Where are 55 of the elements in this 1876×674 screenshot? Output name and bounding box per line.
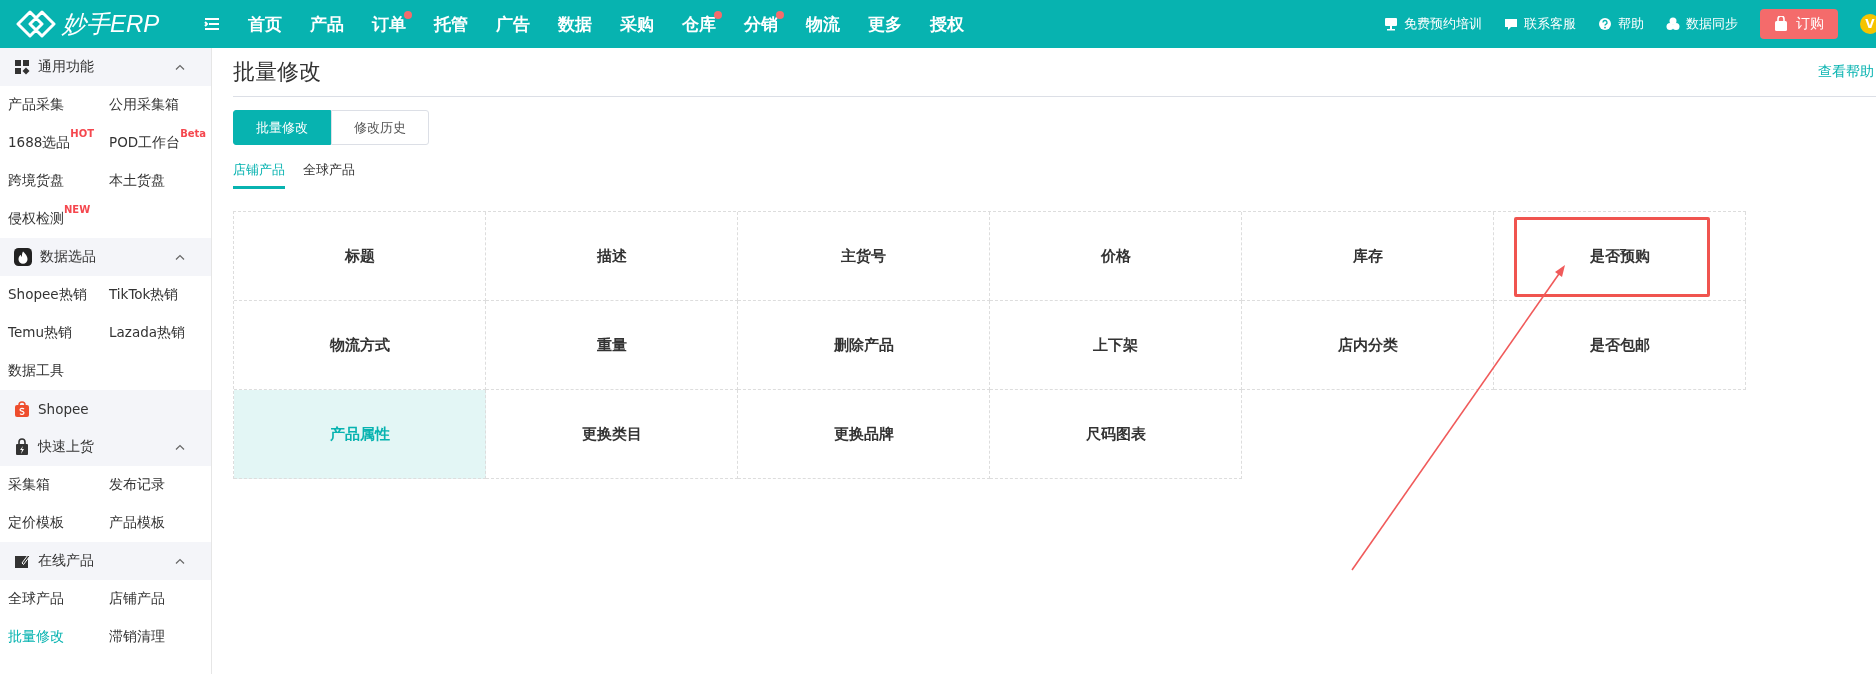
chat-icon	[1504, 17, 1518, 31]
sidebar-item[interactable]: POD工作台$^{Beta}$	[101, 124, 211, 162]
sidebar-item[interactable]: 发布记录	[101, 466, 211, 504]
sidebar-item[interactable]: 定价模板	[0, 504, 101, 542]
edit-icon	[14, 553, 30, 569]
sidebar-item[interactable]: 侵权检测$^{NEW}$	[0, 200, 101, 238]
option-tile[interactable]: 更换类目	[486, 390, 738, 479]
sub-tab[interactable]: 全球产品	[303, 157, 355, 189]
logo-text: 妙手ERP	[62, 9, 160, 39]
option-tile[interactable]: 上下架	[990, 301, 1242, 390]
sidebar-item[interactable]: 店铺产品	[101, 580, 211, 618]
option-tile[interactable]: 库存	[1242, 212, 1494, 301]
logo-icon	[16, 9, 56, 39]
option-tile[interactable]: 尺码图表	[990, 390, 1242, 479]
sidebar-section-header[interactable]: Shopee	[0, 390, 211, 428]
shopping-bag-icon	[1774, 16, 1788, 32]
option-tile[interactable]: 标题	[234, 212, 486, 301]
lock-bolt-icon	[14, 438, 30, 456]
sidebar-item[interactable]: 跨境货盘	[0, 162, 101, 200]
sidebar-item[interactable]: 1688选品$^{HOT}$	[0, 124, 101, 162]
option-tile[interactable]: 删除产品	[738, 301, 990, 390]
sidebar-item[interactable]: 采集箱	[0, 466, 101, 504]
sidebar-item[interactable]: TikTok热销	[101, 276, 211, 314]
option-tile[interactable]: 更换品牌	[738, 390, 990, 479]
sidebar-item[interactable]: 产品采集	[0, 86, 101, 124]
shopping-bag-icon	[14, 400, 30, 418]
help-icon	[1598, 17, 1612, 31]
sync-icon	[1666, 17, 1680, 31]
sidebar-item[interactable]: Temu热销	[0, 314, 101, 352]
vip-badge: V	[1860, 14, 1876, 34]
sidebar-item[interactable]: Lazada热销	[101, 314, 211, 352]
option-tile[interactable]: 店内分类	[1242, 301, 1494, 390]
monitor-icon	[1384, 17, 1398, 31]
tab[interactable]: 修改历史	[331, 110, 429, 145]
page-title: 批量修改	[233, 58, 321, 86]
sidebar-section-header[interactable]: 在线产品	[0, 542, 211, 580]
grid-icon	[14, 59, 30, 75]
sidebar-item[interactable]: 数据工具	[0, 352, 101, 390]
option-tile[interactable]: 价格	[990, 212, 1242, 301]
sidebar-item[interactable]: 产品模板	[101, 504, 211, 542]
sidebar-item[interactable]: 本土货盘	[101, 162, 211, 200]
sidebar-section-header[interactable]: 通用功能	[0, 48, 211, 86]
option-tile[interactable]: 主货号	[738, 212, 990, 301]
sidebar-section-header[interactable]: 快速上货	[0, 428, 211, 466]
sidebar-item[interactable]: 全球产品	[0, 580, 101, 618]
sidebar-item[interactable]: 滞销清理	[101, 618, 211, 656]
option-tile[interactable]: 重量	[486, 301, 738, 390]
option-tile[interactable]: 是否预购	[1494, 212, 1746, 301]
option-tile[interactable]: 描述	[486, 212, 738, 301]
sidebar-section-header[interactable]: 数据选品	[0, 238, 211, 276]
sidebar-item[interactable]: Shopee热销	[0, 276, 101, 314]
option-tile[interactable]: 是否包邮	[1494, 301, 1746, 390]
sidebar-item[interactable]: 公用采集箱	[101, 86, 211, 124]
flame-icon	[14, 248, 32, 266]
menu-icon[interactable]	[204, 17, 220, 31]
